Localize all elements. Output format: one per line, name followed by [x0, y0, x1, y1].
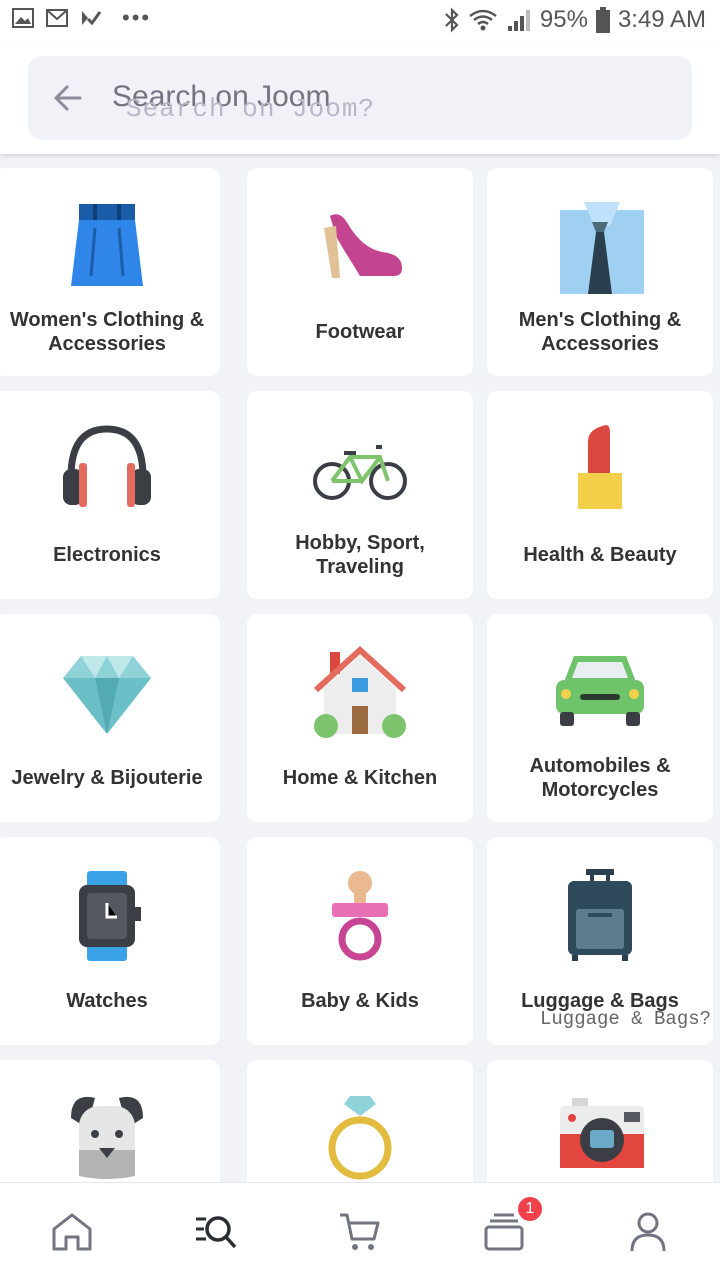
clock: 3:49 AM: [617, 6, 706, 33]
category-label: Jewelry & Bijouterie: [11, 767, 203, 789]
category-label: Home & Kitchen: [282, 767, 438, 789]
bluetooth-icon: [445, 7, 459, 33]
nav-orders[interactable]: 1: [482, 1195, 544, 1253]
nav-search[interactable]: [194, 1209, 238, 1253]
dog-icon: [71, 1096, 143, 1179]
ring-icon: [328, 1096, 392, 1180]
lipstick-icon: [578, 425, 622, 509]
category-footwear[interactable]: Footwear: [247, 168, 473, 376]
category-label: Baby & Kids: [301, 990, 419, 1012]
skirt-icon: [71, 204, 143, 286]
more-notifications: •••: [122, 5, 152, 30]
category-label: Automobiles & Motorcycles: [529, 755, 671, 801]
wifi-icon: [469, 9, 497, 31]
search-header: Search on Joom Search on Joom?: [0, 44, 720, 154]
nav-home[interactable]: [50, 1209, 94, 1253]
category-watches[interactable]: Watches: [0, 837, 220, 1045]
back-arrow-icon[interactable]: [52, 82, 84, 114]
status-bar: ••• 95% 3:49 AM: [0, 0, 720, 44]
search-input[interactable]: Search on Joom Search on Joom?: [28, 56, 692, 140]
camera-icon: [560, 1098, 644, 1168]
category-label: Men's Clothing & Accessories: [518, 309, 682, 355]
bottom-navigation: 1: [0, 1182, 720, 1280]
high-heel-icon: [324, 214, 402, 278]
category-label: Watches: [66, 990, 148, 1012]
battery-icon: [595, 7, 610, 33]
category-automobiles[interactable]: Automobiles & Motorcycles: [487, 614, 713, 822]
category-label: Hobby, Sport, Traveling: [295, 532, 425, 578]
suitcase-icon: [568, 869, 632, 961]
shirt-tie-icon: [560, 202, 644, 294]
signal-icon: [507, 10, 530, 31]
check-icon: [82, 11, 102, 26]
car-icon: [556, 656, 644, 726]
ghost-label: Luggage & Bags?: [540, 1008, 712, 1030]
headphones-icon: [63, 425, 151, 507]
image-icon: [12, 8, 34, 28]
category-jewelry[interactable]: Jewelry & Bijouterie: [0, 614, 220, 822]
battery-percent: 95%: [539, 6, 588, 33]
category-label: Health & Beauty: [523, 544, 677, 566]
nav-profile[interactable]: [626, 1209, 670, 1253]
gmail-icon: [46, 9, 68, 27]
category-womens-clothing[interactable]: Women's Clothing & Accessories: [0, 168, 220, 376]
diamond-icon: [63, 656, 151, 734]
category-home-kitchen[interactable]: Home & Kitchen: [247, 614, 473, 822]
category-electronics[interactable]: Electronics: [0, 391, 220, 599]
watch-icon: [79, 871, 141, 961]
home-icon: [52, 1213, 92, 1251]
category-label: Women's Clothing & Accessories: [9, 309, 205, 355]
cart-icon: [340, 1213, 380, 1250]
orders-badge: 1: [516, 1195, 544, 1223]
category-health-beauty[interactable]: Health & Beauty: [487, 391, 713, 599]
profile-icon: [630, 1212, 666, 1252]
category-label: Electronics: [53, 544, 161, 566]
category-baby-kids[interactable]: Baby & Kids: [247, 837, 473, 1045]
house-icon: [313, 645, 407, 738]
nav-cart[interactable]: [338, 1209, 382, 1253]
category-hobby-sport[interactable]: Hobby, Sport, Traveling: [247, 391, 473, 599]
search-ghost-text: Search on Joom?: [126, 94, 376, 124]
pacifier-icon: [332, 871, 388, 961]
search-list-icon: [196, 1216, 237, 1249]
category-label: Footwear: [315, 321, 405, 343]
category-mens-clothing[interactable]: Men's Clothing & Accessories: [487, 168, 713, 376]
bicycle-icon: [313, 445, 407, 500]
